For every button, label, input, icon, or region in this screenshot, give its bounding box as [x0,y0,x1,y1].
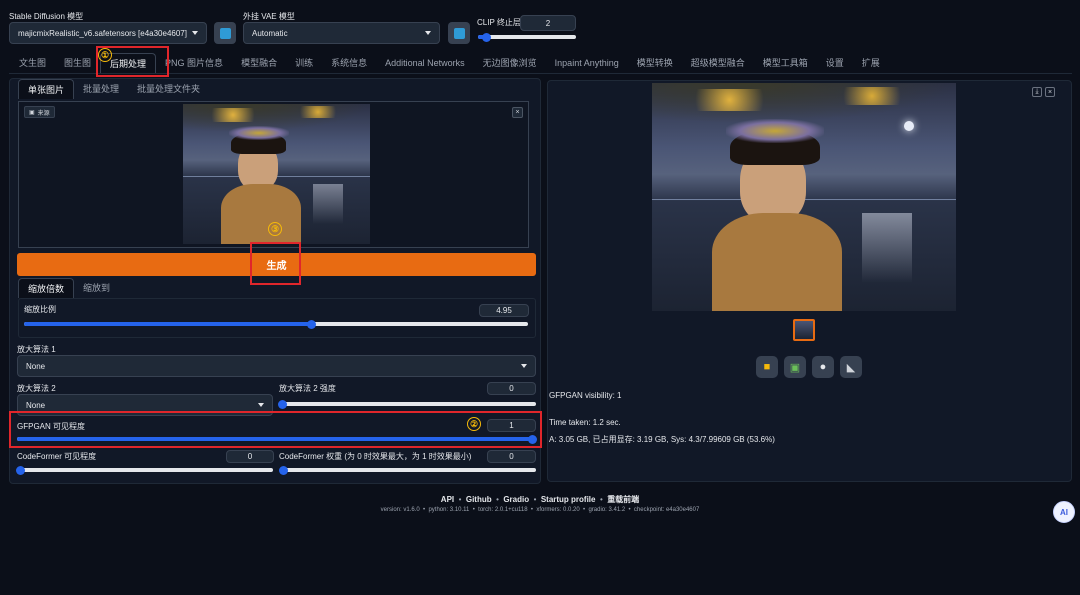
tab-txt2img[interactable]: 文生图 [10,53,55,73]
upscaler2-label: 放大算法 2 [17,384,56,393]
upscaler2-strength-slider[interactable] [278,399,536,409]
tab-inpaint-anything[interactable]: Inpaint Anything [546,53,628,73]
source-label: 来源 [37,110,50,117]
refresh-model-button[interactable] [214,22,236,44]
tab-extensions[interactable]: 扩展 [853,53,889,73]
annotation-box-gfpgan [9,411,542,448]
tab-model-toolkit[interactable]: 模型工具箱 [754,53,817,73]
tab-checkpoint-merger[interactable]: 模型融合 [232,53,286,73]
vae-label: 外挂 VAE 模型 [243,12,295,21]
ai-assistant-button[interactable]: AI [1053,501,1075,523]
close-icon[interactable]: × [1045,87,1055,97]
annotation-marker-1: ① [98,48,112,62]
codeformer-weight-slider[interactable] [279,465,536,475]
ruler-triangle-icon: ◣ [846,361,856,374]
codeformer-weight-input[interactable]: 0 [487,450,536,463]
reload-ui-link[interactable]: 重载前端 [607,495,639,504]
upscaler2-value: None [26,400,46,410]
refresh-icon [453,27,465,39]
footer-version: version: v1.6.0 • python: 3.10.11 • torc… [380,507,700,513]
upscaler2-strength-label: 放大算法 2 强度 [279,384,336,393]
scale-tabs: 缩放倍数 缩放到 [18,278,119,298]
scale-label: 缩放比例 [24,305,56,314]
tab-batch-from-directory[interactable]: 批量处理文件夹 [128,79,209,99]
codeformer-weight-label: CodeFormer 权重 (为 0 时效果最大，为 1 时效果最小) [279,452,472,461]
vae-dropdown[interactable]: Automatic [243,22,440,44]
tab-system-info[interactable]: 系统信息 [322,53,376,73]
upscaler2-strength-input[interactable]: 0 [487,382,536,395]
scale-number-input[interactable]: 4.95 [479,304,529,317]
output-action-buttons: ■ ▣ ● ◣ [756,356,862,378]
clip-number-input[interactable]: 2 [520,15,576,31]
tab-settings[interactable]: 设置 [817,53,853,73]
clip-slider[interactable] [478,32,576,42]
codeformer-label: CodeFormer 可见程度 [17,452,97,461]
gradio-link[interactable]: Gradio [503,495,529,504]
annotation-box-generate [250,242,301,285]
refresh-icon [219,27,231,39]
model-dropdown[interactable]: majicmixRealistic_v6.safetensors [e4a30e… [9,22,207,44]
codeformer-number-input[interactable]: 0 [226,450,274,463]
upscaler1-value: None [26,361,46,371]
startup-profile-link[interactable]: Startup profile [541,495,596,504]
send-to-extras-button[interactable]: ◣ [840,356,862,378]
upscaler1-dropdown[interactable]: None [17,355,536,377]
output-thumbnail[interactable] [793,319,815,341]
annotation-marker-3: ③ [268,222,282,236]
chevron-down-icon [521,364,527,368]
image-icon: ▣ [29,109,35,116]
model-label: Stable Diffusion 模型 [9,12,84,21]
chevron-down-icon [192,31,198,35]
close-icon[interactable]: × [512,107,523,118]
send-to-inpaint-button[interactable]: ● [812,356,834,378]
codeformer-slider[interactable] [16,465,273,475]
tab-train[interactable]: 训练 [286,53,322,73]
memory-usage: A: 3.05 GB, 已占用显存: 3.19 GB, Sys: 4.3/7.9… [549,435,775,444]
refresh-vae-button[interactable] [448,22,470,44]
download-icon[interactable]: ⤓ [1032,87,1042,97]
api-link[interactable]: API [441,495,454,504]
model-value: majicmixRealistic_v6.safetensors [e4a30e… [18,28,187,38]
open-folder-button[interactable]: ■ [756,356,778,378]
scale-slider[interactable] [24,319,528,329]
output-image [652,83,956,311]
tab-additional-networks[interactable]: Additional Networks [376,53,474,73]
gfpgan-info: GFPGAN visibility: 1 [549,391,622,400]
tab-scale-by[interactable]: 缩放倍数 [18,278,75,298]
send-to-img2img-button[interactable]: ▣ [784,356,806,378]
tab-batch-process[interactable]: 批量处理 [74,79,128,99]
tab-img2img[interactable]: 图生图 [55,53,100,73]
sub-tabs: 单张图片 批量处理 批量处理文件夹 [18,79,209,99]
folder-icon: ■ [763,361,771,373]
tab-scale-to[interactable]: 缩放到 [74,278,119,298]
palette-icon: ● [819,361,827,373]
tab-single-image[interactable]: 单张图片 [18,79,75,99]
tab-supermerger[interactable]: 超级模型融合 [682,53,754,73]
chevron-down-icon [425,31,431,35]
annotation-marker-2: ② [467,417,481,431]
time-taken: Time taken: 1.2 sec. [549,418,621,427]
image-icon: ▣ [789,361,801,374]
upscaler1-label: 放大算法 1 [17,345,56,354]
chevron-down-icon [258,403,264,407]
footer-links: API • Github • Gradio • Startup profile … [440,495,640,504]
tab-image-browser[interactable]: 无边图像浏览 [474,53,546,73]
github-link[interactable]: Github [466,495,492,504]
tab-model-convert[interactable]: 模型转换 [628,53,682,73]
scale-box [18,298,536,338]
source-tag: ▣ 来源 [24,106,55,118]
vae-value: Automatic [252,28,288,38]
